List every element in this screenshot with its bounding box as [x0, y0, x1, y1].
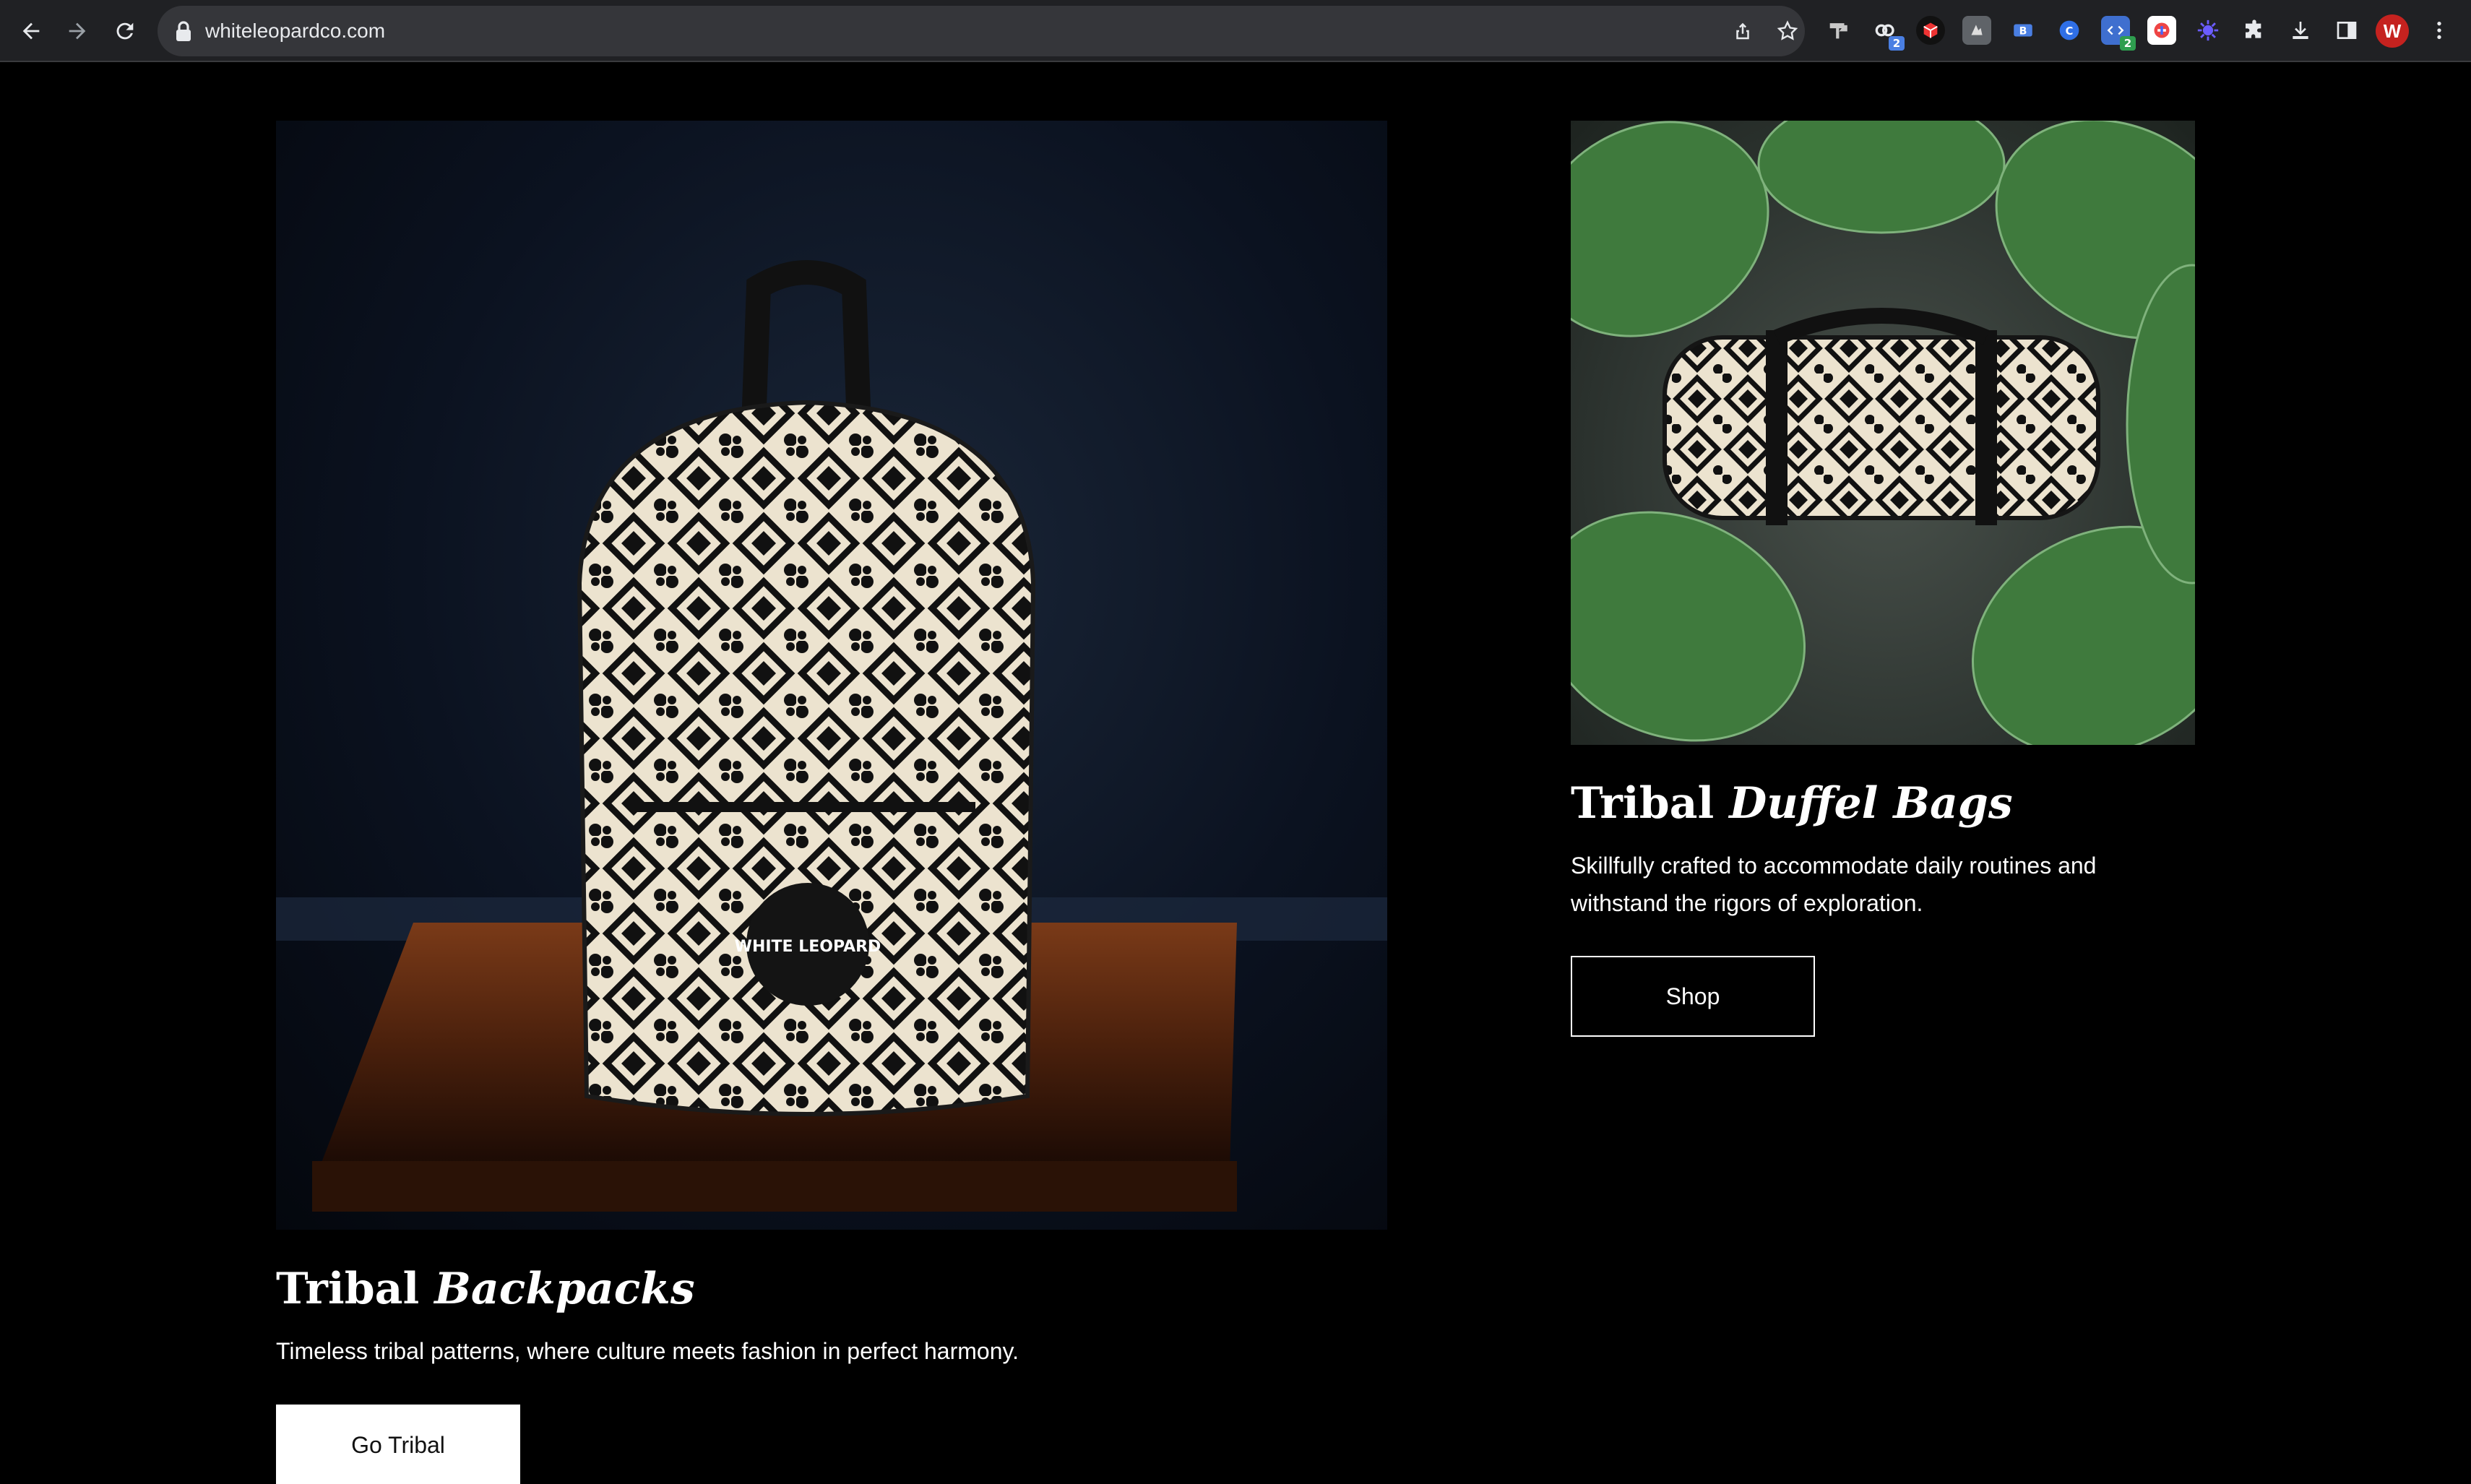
duffel-description-line-1: Skillfully crafted to accommodate daily …: [1571, 853, 2097, 879]
duffel-product-image[interactable]: [1571, 121, 2195, 745]
url-text: whiteleopardco.com: [205, 20, 386, 42]
extension-sun-icon[interactable]: [2194, 16, 2222, 45]
reload-button[interactable]: [105, 12, 145, 51]
extensions-puzzle-icon[interactable]: [2240, 16, 2269, 45]
extension-cube-icon[interactable]: [1916, 16, 1945, 45]
extension-badge: 2: [2120, 36, 2136, 51]
address-bar[interactable]: whiteleopardco.com: [158, 6, 1805, 56]
backpack-product-image[interactable]: WHITE LEOPARD: [276, 121, 1387, 1230]
svg-text:C: C: [2066, 25, 2074, 38]
duffel-heading: Tribal Duffel Bags: [1571, 778, 2013, 829]
duffel-description: Skillfully crafted to accommodate daily …: [1571, 847, 2096, 922]
backpack-logo-text: WHITE LEOPARD: [735, 938, 881, 956]
forward-icon: [69, 22, 86, 40]
extension-badge: 2: [1889, 36, 1905, 51]
bookmark-star-icon[interactable]: [1774, 18, 1801, 44]
extension-link-icon[interactable]: 2: [1870, 16, 1905, 51]
reload-icon: [116, 22, 134, 40]
backpacks-heading: Tribal Backpacks: [276, 1264, 695, 1314]
extension-paint-icon[interactable]: [1824, 16, 1853, 45]
downloads-icon[interactable]: [2286, 16, 2315, 45]
share-icon[interactable]: [1730, 18, 1756, 44]
profile-avatar[interactable]: W: [2376, 14, 2409, 48]
shop-button[interactable]: Shop: [1571, 956, 1815, 1037]
side-panel-icon[interactable]: [2332, 16, 2361, 45]
extension-bookmark-b-icon[interactable]: B: [2009, 16, 2037, 45]
extension-code-icon[interactable]: 2: [2101, 16, 2136, 51]
duffel-description-line-2: withstand the rigors of exploration.: [1571, 890, 1923, 916]
lock-icon: [176, 21, 191, 41]
svg-text:B: B: [2019, 26, 2027, 38]
back-icon: [22, 22, 40, 40]
go-tribal-button[interactable]: Go Tribal: [276, 1405, 520, 1484]
forward-button[interactable]: [58, 12, 97, 51]
extension-c-icon[interactable]: C: [2055, 16, 2084, 45]
browser-toolbar: whiteleopardco.com 2 B C 2 W: [0, 0, 2471, 62]
kebab-menu-icon[interactable]: [2425, 16, 2454, 45]
extension-chat-icon[interactable]: [2147, 16, 2176, 45]
backpacks-description: Timeless tribal patterns, where culture …: [276, 1338, 1019, 1364]
extension-text-icon[interactable]: [1962, 16, 1991, 45]
back-button[interactable]: [12, 12, 51, 51]
